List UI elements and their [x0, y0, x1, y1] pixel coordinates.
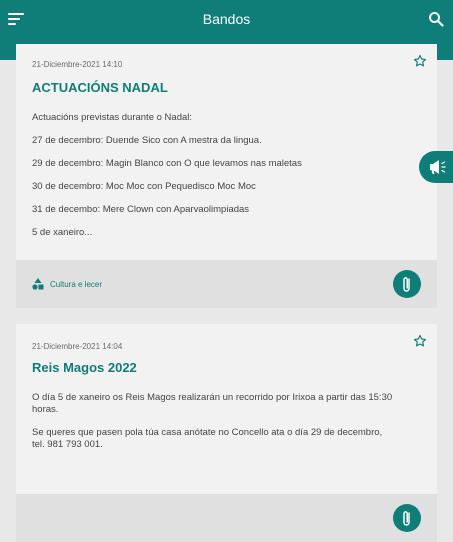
- star-outline-icon[interactable]: [413, 54, 427, 68]
- bando-title: ACTUACIÓNS NADAL: [32, 80, 168, 95]
- bando-card[interactable]: 21-Diciembre-2021 14:04 Reis Magos 2022 …: [16, 324, 437, 542]
- star-outline-icon[interactable]: [413, 334, 427, 348]
- megaphone-icon: [430, 160, 446, 174]
- attachment-button[interactable]: [393, 270, 421, 298]
- paperclip-icon: [403, 277, 410, 292]
- bando-line: 31 de decembo: Mere Clown con Aparvaolim…: [32, 204, 250, 215]
- bando-line: 29 de decembro: Magin Blanco con O que l…: [32, 158, 302, 169]
- bando-footer: Cultura e lecer: [16, 260, 437, 308]
- bando-line: 5 de xaneiro...: [32, 227, 93, 238]
- category-tag[interactable]: Cultura e lecer: [32, 278, 102, 290]
- bando-date: 21-Diciembre-2021 14:04: [32, 342, 123, 351]
- bando-date: 21-Diciembre-2021 14:10: [32, 60, 123, 69]
- bando-paragraph: O día 5 de xaneiro os Reis Magos realiza…: [32, 392, 393, 415]
- bando-card[interactable]: 21-Diciembre-2021 14:10 ACTUACIÓNS NADAL…: [16, 44, 437, 308]
- bando-title: Reis Magos 2022: [32, 360, 137, 375]
- paperclip-icon: [403, 511, 410, 526]
- bando-line: Actuacións previstas durante o Nadal:: [32, 112, 193, 123]
- app-bar: Bandos: [0, 0, 453, 44]
- page-title: Bandos: [202, 11, 251, 27]
- bando-footer: [16, 494, 437, 542]
- attachment-button[interactable]: [393, 504, 421, 532]
- announcement-tab-button[interactable]: [419, 151, 453, 183]
- bando-paragraph: Se queres que pasen pola túa casa anótat…: [32, 427, 383, 450]
- search-icon[interactable]: [428, 11, 444, 27]
- category-label: Cultura e lecer: [50, 279, 103, 289]
- bando-line: 30 de decembro: Moc Moc con Pequedisco M…: [32, 181, 256, 192]
- bando-line: 27 de decembro: Duende Sico con A mestra…: [32, 135, 262, 146]
- shapes-icon: [32, 278, 44, 290]
